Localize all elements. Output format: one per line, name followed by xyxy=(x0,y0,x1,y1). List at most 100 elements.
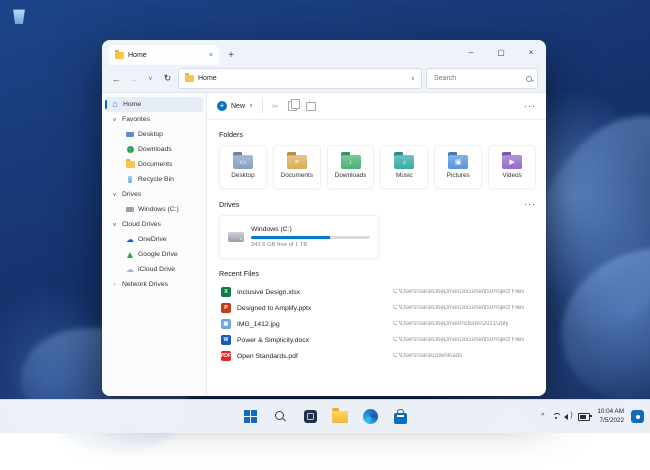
recent-file-row[interactable]: ▣ IMG_1412.jpg C:\Users\Sara\OneDrive\Pi… xyxy=(219,316,536,332)
tray-chevron-icon[interactable]: ^ xyxy=(541,413,544,420)
file-name: Inclusive Design.xlsx xyxy=(237,289,387,296)
recent-locations-icon[interactable]: ∨ xyxy=(144,75,157,82)
plus-icon: + xyxy=(217,101,227,111)
folder-label: Downloads xyxy=(335,172,367,179)
new-tab-button[interactable]: + xyxy=(223,47,239,63)
desktop-icon xyxy=(126,132,134,138)
cut-icon[interactable]: ✂ xyxy=(272,102,279,111)
section-label: Drives xyxy=(122,191,141,198)
tray-icon-cluster[interactable] xyxy=(551,413,590,421)
sidebar-item-label: Documents xyxy=(138,161,172,168)
content-area: Folders ▭ Desktop ≡ Documents ↓ Download… xyxy=(207,120,546,396)
sidebar-item-label: OneDrive xyxy=(138,236,167,243)
sidebar-item-icloud-drive[interactable]: ☁ iCloud Drive xyxy=(102,262,206,277)
sidebar-item-windows-c[interactable]: Windows (C:) xyxy=(102,202,206,217)
folder-label: Videos xyxy=(502,172,521,179)
drive-usage-fill xyxy=(251,236,330,239)
recent-file-row[interactable]: X Inclusive Design.xlsx C:\Users\Sara\On… xyxy=(219,284,536,300)
chevron-right-icon[interactable]: › xyxy=(111,282,118,288)
folder-label: Pictures xyxy=(447,172,470,179)
search-input[interactable] xyxy=(432,74,526,83)
tab-strip[interactable]: Home × + – ▢ × xyxy=(102,40,546,65)
section-label: Favorites xyxy=(122,116,150,123)
folder-tile-downloads[interactable]: ↓ Downloads xyxy=(327,145,375,189)
sidebar-item-recycle-bin[interactable]: Recycle Bin xyxy=(102,172,206,187)
folder-glyph: ▣ xyxy=(455,159,462,166)
file-explorer-window: Home × + – ▢ × ← → ∨ ↻ Home ∨ ⌂ Home xyxy=(102,40,546,396)
copy-icon[interactable] xyxy=(288,101,297,111)
drive-icon xyxy=(126,207,134,212)
sidebar-section-favorites[interactable]: ∨ Favorites xyxy=(102,112,206,127)
search-icon xyxy=(275,411,286,422)
chevron-down-icon[interactable]: ∨ xyxy=(111,192,118,198)
task-view-button[interactable] xyxy=(300,407,320,427)
tab-home[interactable]: Home × xyxy=(109,45,219,65)
folder-icon: ♪ xyxy=(394,155,414,169)
pdf-file-icon: PDF xyxy=(221,351,231,361)
tab-close-icon[interactable]: × xyxy=(209,52,213,59)
file-name: Designed to Amplify.pptx xyxy=(237,305,387,312)
search-box[interactable] xyxy=(426,68,538,89)
folders-section-header: Folders xyxy=(219,130,536,139)
sidebar-section-cloud-drives[interactable]: ∨ Cloud Drives xyxy=(102,217,206,232)
start-button[interactable] xyxy=(240,407,260,427)
sidebar-item-google-drive[interactable]: Google Drive xyxy=(102,247,206,262)
edge-taskbar-button[interactable] xyxy=(360,407,380,427)
sidebar-item-label: Downloads xyxy=(138,146,172,153)
file-explorer-taskbar-button[interactable] xyxy=(330,407,350,427)
sidebar-item-home[interactable]: ⌂ Home xyxy=(105,97,203,112)
file-path: C:\Users\Sara\OneDrive\Pictures\2021\Jul… xyxy=(393,321,508,327)
drive-tile-windows-c[interactable]: Windows (C:) 342.6 GB free of 1 TB xyxy=(219,215,379,259)
recent-file-row[interactable]: P Designed to Amplify.pptx C:\Users\Sara… xyxy=(219,300,536,316)
file-path: C:\Users\Sara\OneDrive\Documents\Project… xyxy=(393,337,524,343)
chevron-down-icon[interactable]: ∨ xyxy=(411,75,415,82)
onedrive-icon: ☁ xyxy=(126,236,134,244)
taskbar-search-button[interactable] xyxy=(270,407,290,427)
chevron-down-icon[interactable]: ∨ xyxy=(111,222,118,228)
sidebar-item-downloads[interactable]: ↓ Downloads xyxy=(102,142,206,157)
navigation-toolbar: ← → ∨ ↻ Home ∨ xyxy=(102,65,546,93)
folder-icon: ▭ xyxy=(233,155,253,169)
see-more-icon[interactable]: ··· xyxy=(524,101,536,111)
close-button[interactable]: × xyxy=(516,40,546,65)
taskbar-clock[interactable]: 10:04 AM 7/5/2022 xyxy=(597,408,624,425)
folder-tile-desktop[interactable]: ▭ Desktop xyxy=(219,145,267,189)
section-title: Drives xyxy=(219,200,239,209)
folder-tile-videos[interactable]: ▶ Videos xyxy=(488,145,536,189)
section-label: Cloud Drives xyxy=(122,221,161,228)
icloud-icon: ☁ xyxy=(126,266,134,274)
recent-file-row[interactable]: PDF Open Standards.pdf C:\Users\Sara\Dow… xyxy=(219,348,536,364)
folder-tile-pictures[interactable]: ▣ Pictures xyxy=(434,145,482,189)
folder-glyph: ▭ xyxy=(240,159,247,166)
section-label: Network Drives xyxy=(122,281,168,288)
minimize-button[interactable]: – xyxy=(456,40,486,65)
new-button[interactable]: + New ∨ xyxy=(217,101,253,111)
maximize-button[interactable]: ▢ xyxy=(486,40,516,65)
section-title: Folders xyxy=(219,130,243,139)
refresh-icon[interactable]: ↻ xyxy=(161,73,174,84)
recycle-bin-icon xyxy=(127,176,133,183)
folder-tile-music[interactable]: ♪ Music xyxy=(380,145,428,189)
notification-badge[interactable] xyxy=(631,410,644,423)
chevron-down-icon[interactable]: ∨ xyxy=(111,117,118,123)
see-more-icon[interactable]: ··· xyxy=(524,199,536,209)
folder-glyph: ≡ xyxy=(295,159,299,166)
folder-tile-documents[interactable]: ≡ Documents xyxy=(273,145,321,189)
back-icon[interactable]: ← xyxy=(110,74,123,84)
forward-icon[interactable]: → xyxy=(127,74,140,84)
share-icon[interactable] xyxy=(306,102,316,111)
file-path: C:\Users\Sara\OneDrive\Documents\Project… xyxy=(393,305,524,311)
folder-label: Desktop xyxy=(231,172,254,179)
sidebar-section-drives[interactable]: ∨ Drives xyxy=(102,187,206,202)
sidebar-section-network-drives[interactable]: › Network Drives xyxy=(102,277,206,292)
taskbar: ^ 10:04 AM 7/5/2022 xyxy=(0,399,650,433)
sidebar-item-desktop[interactable]: Desktop xyxy=(102,127,206,142)
sidebar-item-documents[interactable]: Documents xyxy=(102,157,206,172)
edge-icon xyxy=(363,409,378,424)
sidebar-item-onedrive[interactable]: ☁ OneDrive xyxy=(102,232,206,247)
address-bar[interactable]: Home ∨ xyxy=(178,68,422,89)
sidebar-item-label: Google Drive xyxy=(138,251,178,258)
store-taskbar-button[interactable] xyxy=(390,407,410,427)
windows-logo-icon xyxy=(244,410,257,423)
recent-file-row[interactable]: W Power & Simplicity.docx C:\Users\Sara\… xyxy=(219,332,536,348)
